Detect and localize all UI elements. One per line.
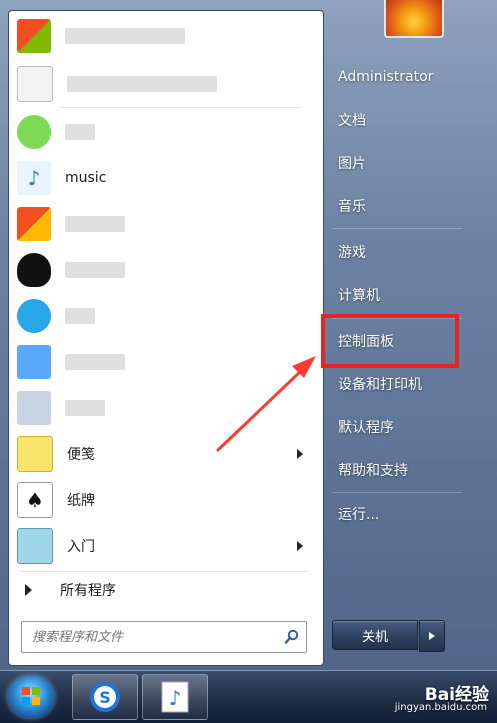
shutdown-options-button[interactable]	[419, 620, 445, 652]
taskbar-app-music[interactable]: ♪	[142, 674, 208, 720]
watermark-url: jingyan.baidu.com	[394, 702, 487, 713]
start-button[interactable]	[8, 676, 54, 718]
svg-text:S: S	[99, 688, 111, 707]
start-menu: ♪ music 便笺 ♠ 纸牌 入门 所有程序 搜索程序和文件 Administ…	[0, 0, 497, 670]
annotation-arrow	[216, 356, 316, 452]
chevron-right-icon	[429, 632, 435, 640]
windows-logo-icon	[22, 687, 40, 705]
taskbar-app-sogou[interactable]: S	[72, 674, 138, 720]
music-note-icon: ♪	[161, 681, 189, 713]
svg-text:♪: ♪	[169, 686, 182, 710]
shutdown-button[interactable]: 关机	[332, 620, 418, 650]
sogou-icon: S	[90, 682, 120, 712]
